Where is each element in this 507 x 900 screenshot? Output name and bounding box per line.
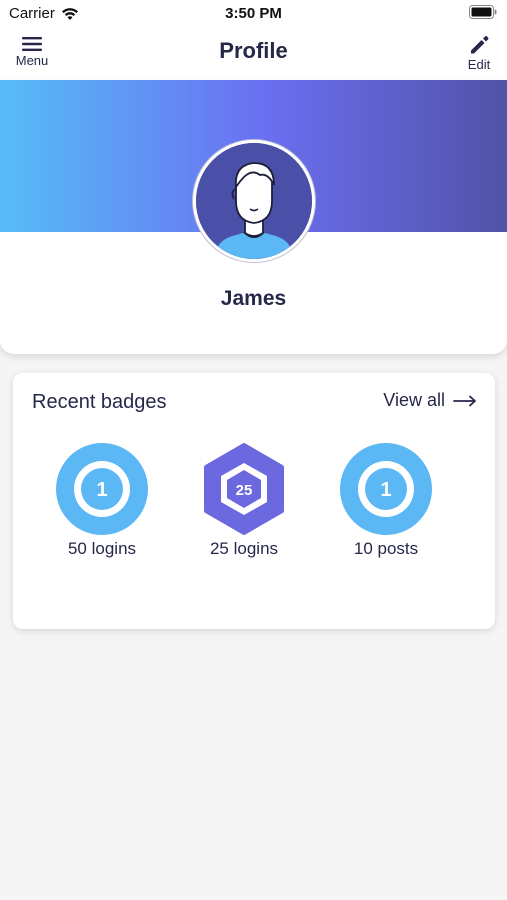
profile-screen: Carrier 3:50 PM Menu Profile Edit James … [0,0,507,900]
nav-bar: Menu Profile Edit [0,28,507,80]
badge-number: 1 [96,479,107,501]
badge-number: 25 [236,482,253,499]
edit-button[interactable]: Edit [461,34,497,72]
profile-name: James [220,287,287,310]
view-all-link[interactable]: View all [383,390,477,411]
profile-card: James [0,80,507,354]
status-right [469,5,497,23]
badge-label: 25 logins [209,539,279,558]
badge-number: 1 [380,479,391,501]
recent-badges-card: Recent badges View all 1 50 logins 25 25… [13,373,495,629]
recent-badges-title: Recent badges [32,391,167,413]
status-time: 3:50 PM [225,5,282,22]
badge-label: 50 logins [67,539,137,558]
person-avatar-icon [196,143,312,259]
battery-icon [469,5,497,19]
badge-item[interactable]: 25 25 logins [179,443,309,559]
badge-item[interactable]: 1 10 posts [321,443,451,559]
view-all-label: View all [383,390,445,410]
badge-hexagon-icon: 25 [204,443,284,535]
badge-item[interactable]: 1 50 logins [37,443,167,559]
badge-label: 10 posts [353,539,419,558]
status-bar: Carrier 3:50 PM [0,0,507,28]
pencil-icon [471,36,489,54]
avatar[interactable] [193,140,315,262]
edit-label: Edit [467,57,491,72]
arrow-right-icon [453,395,476,406]
badge-circle-icon: 1 [56,443,148,535]
badge-circle-icon: 1 [340,443,432,535]
page-title: Profile [219,38,288,63]
